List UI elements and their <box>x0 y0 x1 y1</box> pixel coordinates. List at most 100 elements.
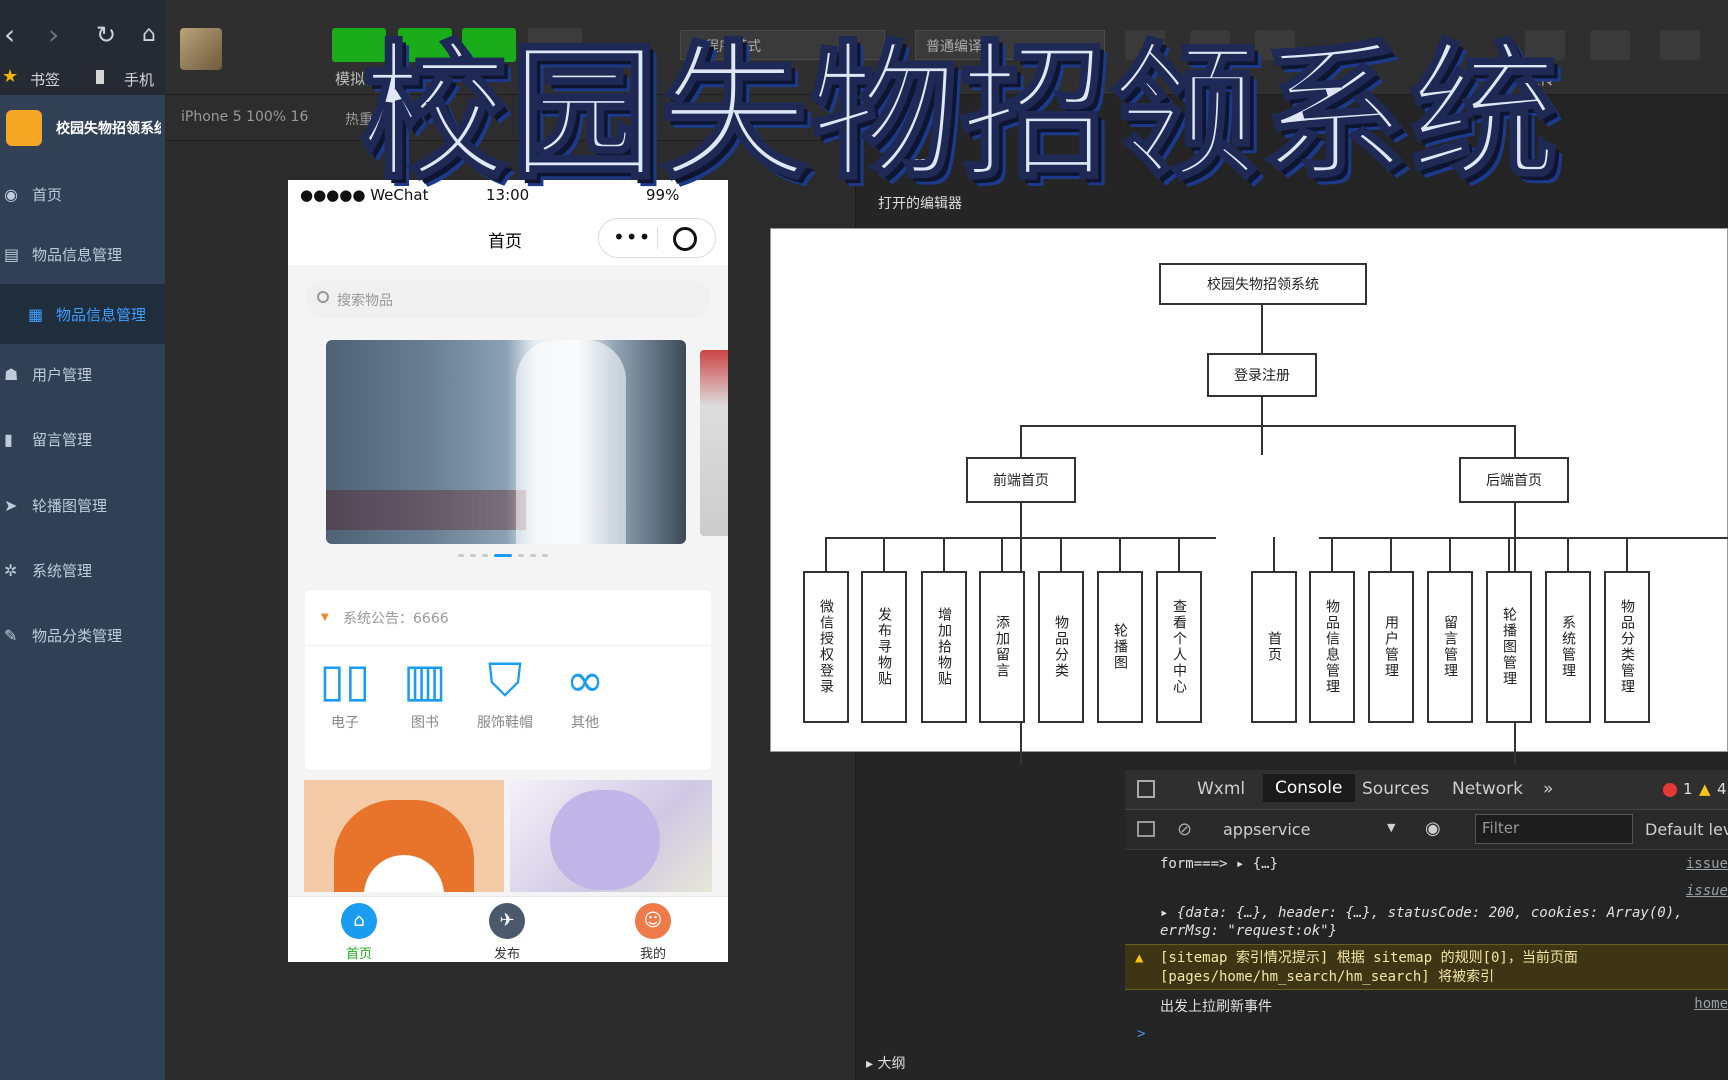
category-books[interactable]: ▥ 图书 <box>385 650 465 732</box>
diagram-front-child-node: 查看个人中心 <box>1156 571 1202 723</box>
category-electronics[interactable]: ▯▯ 电子 <box>305 650 385 732</box>
mobile-bookmark-link[interactable]: 手机 <box>124 69 154 90</box>
sidebar-item-category[interactable]: ✎ 物品分类管理 <box>0 605 165 665</box>
banner-dot[interactable] <box>482 554 488 557</box>
diagram-connector <box>883 537 885 571</box>
warning-count[interactable]: 4 <box>1717 780 1727 798</box>
forward-icon[interactable]: › <box>48 18 59 51</box>
sidebar-item-messages[interactable]: ▮ 留言管理 <box>0 409 165 469</box>
bookmarks-link[interactable]: 书签 <box>30 69 60 90</box>
sidebar-item-label: 物品信息管理 <box>32 245 123 264</box>
levels-select[interactable]: Default levels <box>1645 820 1728 839</box>
category-other[interactable]: ∞ 其他 <box>545 650 625 732</box>
log-source-link[interactable]: home <box>1694 996 1728 1012</box>
project-avatar[interactable] <box>180 28 222 70</box>
warning-icon: ▲ <box>1699 780 1711 798</box>
warning-icon: ▲ <box>1135 950 1144 966</box>
outline-toggle[interactable]: ▸ 大纲 <box>866 1053 905 1073</box>
diagram-back-child-node: 首页 <box>1251 571 1297 723</box>
banner-next-image[interactable] <box>700 350 728 536</box>
sidebar-subitem-item-info[interactable]: ▦ 物品信息管理 <box>0 284 165 344</box>
banner-dot[interactable] <box>518 554 524 557</box>
dashboard-icon: ◉ <box>4 184 18 204</box>
tab-network[interactable]: Network <box>1452 779 1523 799</box>
notice-text[interactable]: 系统公告：6666 <box>343 608 449 628</box>
diagram-back-node: 后端首页 <box>1459 457 1569 503</box>
diagram-front-child-node: 轮播图 <box>1097 571 1143 723</box>
error-count[interactable]: 1 <box>1683 780 1693 798</box>
diagram-connector <box>1060 537 1062 571</box>
category-clothing[interactable]: ⛉ 服饰鞋帽 <box>465 650 545 732</box>
folder-icon <box>96 70 104 84</box>
banner-dot-active[interactable] <box>494 554 512 557</box>
page-title: 首页 <box>488 232 522 252</box>
tab-mine[interactable]: ☺ 我的 <box>613 903 693 962</box>
diagram-connector <box>1626 537 1628 571</box>
tab-wxml[interactable]: Wxml <box>1197 779 1245 799</box>
infinity-icon: ∞ <box>565 653 605 707</box>
diagram-back-child-node: 轮播图管理 <box>1486 571 1532 723</box>
log-source-link[interactable]: issue <box>1686 882 1728 900</box>
more-icon[interactable]: ••• <box>613 225 651 249</box>
send-icon: ➤ <box>4 495 18 515</box>
search-input[interactable]: 搜索物品 <box>305 280 711 318</box>
system-structure-diagram: 校园失物招领系统 登录注册 前端首页 后端首页 微信授权登录 发布寻物贴 增加拾物贴… <box>770 228 1728 765</box>
tab-publish[interactable]: ✈ 发布 <box>467 903 547 962</box>
category-label: 服饰鞋帽 <box>477 715 533 731</box>
diagram-connector <box>1331 537 1333 571</box>
more-tabs-icon[interactable]: » <box>1543 779 1553 799</box>
diagram-login-node: 登录注册 <box>1207 353 1317 397</box>
banner-dot[interactable] <box>470 554 476 557</box>
sidebar-item-system[interactable]: ✲ 系统管理 <box>0 540 165 600</box>
sidebar-item-users[interactable]: ☗ 用户管理 <box>0 344 165 404</box>
banner-dot[interactable] <box>542 554 548 557</box>
tab-home[interactable]: ⌂ 首页 <box>319 903 399 962</box>
home-icon: ⌂ <box>341 903 377 939</box>
filter-input[interactable]: Filter <box>1475 814 1633 844</box>
diagram-root-node: 校园失物招领系统 <box>1159 263 1367 305</box>
home-nav-icon[interactable]: ⌂ <box>142 22 156 47</box>
search-icon <box>317 291 329 303</box>
sidebar-item-item-info[interactable]: ▤ 物品信息管理 <box>0 224 165 284</box>
clear-console-icon[interactable]: ⊘ <box>1177 819 1192 840</box>
capsule-menu[interactable]: ••• <box>598 218 716 258</box>
sidebar-toggle-icon[interactable] <box>1137 821 1155 837</box>
log-text: [sitemap 索引情况提示] 根据 sitemap 的规则[0]，当前页面 … <box>1160 950 1578 985</box>
sidebar-item-carousel[interactable]: ➤ 轮播图管理 <box>0 475 165 535</box>
banner-image[interactable] <box>326 340 686 544</box>
close-miniprogram-icon[interactable] <box>673 227 697 251</box>
chevron-down-icon[interactable]: ▼ <box>1387 821 1395 834</box>
diagram-back-child-node: 系统管理 <box>1545 571 1591 723</box>
diagram-connector <box>1449 537 1451 571</box>
notice-icon: ▼ <box>321 612 329 623</box>
diagram-connector <box>1020 425 1022 457</box>
log-source-link[interactable]: issue <box>1686 856 1728 872</box>
reload-icon[interactable]: ↻ <box>96 21 116 49</box>
console-log-row: 出发上拉刷新事件 home <box>1125 990 1728 1020</box>
device-select[interactable]: iPhone 5 100% 16 <box>181 109 308 125</box>
sidebar-item-home[interactable]: ◉ 首页 <box>0 164 165 224</box>
sidebar-item-label: 轮播图管理 <box>32 496 108 515</box>
edit-icon: ✎ <box>4 625 18 645</box>
tab-bar: ⌂ 首页 ✈ 发布 ☺ 我的 <box>288 896 728 962</box>
devtools-tabs: Wxml Console Sources Network » 1 ▲ 4 <box>1125 770 1728 810</box>
plane-icon: ✈ <box>489 903 525 939</box>
banner-dot[interactable] <box>530 554 536 557</box>
gear-icon: ✲ <box>4 560 18 580</box>
diagram-connector <box>825 537 827 571</box>
tab-console[interactable]: Console <box>1263 774 1355 802</box>
item-image-cat[interactable] <box>304 780 504 892</box>
eye-icon[interactable]: ◉ <box>1425 818 1441 839</box>
log-text[interactable]: ▸ {data: {…}, header: {…}, statusCode: 2… <box>1160 905 1683 939</box>
tab-sources[interactable]: Sources <box>1362 779 1429 799</box>
console-prompt[interactable]: > <box>1125 1020 1728 1050</box>
inspect-icon[interactable] <box>1137 780 1155 798</box>
diagram-front-child-node: 发布寻物贴 <box>861 571 907 723</box>
error-icon <box>1663 783 1677 797</box>
back-icon[interactable]: ‹ <box>4 18 15 51</box>
context-select[interactable]: appservice <box>1223 820 1310 839</box>
admin-system-name: 校园失物招领系统 <box>56 121 161 137</box>
profile-icon: ☺ <box>635 903 671 939</box>
banner-dot[interactable] <box>458 554 464 557</box>
item-image-anime[interactable] <box>510 780 712 892</box>
